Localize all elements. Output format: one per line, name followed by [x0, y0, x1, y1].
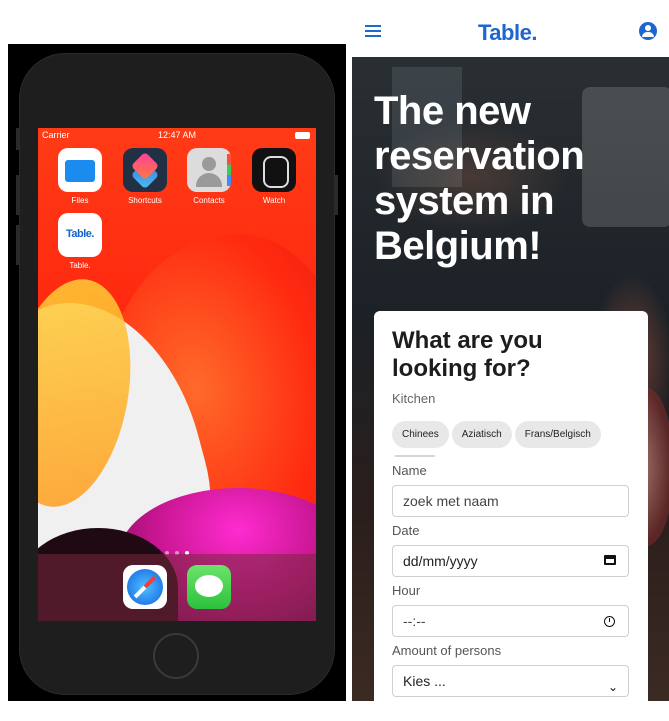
app-header: Table. — [352, 0, 669, 57]
hour-label: Hour — [392, 583, 421, 598]
clock-icon[interactable] — [604, 616, 615, 627]
app-label: Shortcuts — [128, 196, 162, 205]
chip-aziatisch[interactable]: Aziatisch — [451, 421, 512, 448]
search-card: What are you looking for? Kitchen Chinee… — [374, 311, 648, 721]
phone-power-button — [335, 175, 338, 215]
search-card-title: What are you looking for? — [392, 327, 543, 382]
contacts-icon — [187, 148, 231, 192]
hour-placeholder: --:-- — [403, 613, 426, 629]
status-bar: Carrier 12:47 AM — [38, 128, 316, 144]
hour-input[interactable]: --:-- — [392, 605, 629, 637]
messages-icon[interactable] — [187, 565, 231, 609]
safari-icon[interactable] — [123, 565, 167, 609]
app-shortcuts[interactable]: Shortcuts — [120, 148, 170, 205]
app-table[interactable]: Table. Table. — [55, 213, 105, 270]
name-input[interactable]: zoek met naam — [392, 485, 629, 517]
app-contacts[interactable]: Contacts — [184, 148, 234, 205]
watch-icon — [252, 148, 296, 192]
home-button[interactable] — [153, 633, 199, 679]
name-label: Name — [392, 463, 427, 478]
date-input[interactable]: dd/mm/yyyy — [392, 545, 629, 577]
date-placeholder: dd/mm/yyyy — [403, 553, 478, 569]
app-label: Files — [71, 196, 89, 205]
menu-icon[interactable] — [365, 25, 381, 39]
persons-value: Kies ... — [403, 673, 446, 689]
app-files[interactable]: Files — [55, 148, 105, 205]
app-watch[interactable]: Watch — [249, 148, 299, 205]
kitchen-label: Kitchen — [392, 391, 436, 406]
phone-volume-down — [16, 225, 19, 265]
battery-icon — [295, 132, 310, 139]
app-label: Contacts — [193, 196, 225, 205]
calendar-icon[interactable] — [604, 555, 616, 565]
kitchen-chips: Chinees Aziatisch Frans/Belgisch — [392, 421, 630, 448]
phone-side-button — [16, 128, 19, 150]
app-label: Watch — [262, 196, 286, 205]
status-time: 12:47 AM — [157, 130, 197, 140]
table-app-icon: Table. — [58, 213, 102, 257]
hero-title: The new reservation system in Belgium! — [374, 89, 585, 268]
brand-logo[interactable]: Table. — [478, 20, 537, 46]
chevron-down-icon: ⌄ — [607, 680, 618, 694]
phone-home-screen: Carrier 12:47 AM Files Shortcuts Contact… — [38, 128, 316, 621]
chip-chinees[interactable]: Chinees — [392, 421, 449, 448]
persons-select[interactable]: Kies ... ⌄ — [392, 665, 629, 697]
user-circle-icon[interactable] — [639, 22, 657, 40]
persons-label: Amount of persons — [392, 643, 502, 658]
phone-volume-up — [16, 175, 19, 215]
dock — [38, 554, 316, 621]
shortcuts-icon — [123, 148, 167, 192]
files-icon — [58, 148, 102, 192]
chip-frans-belgisch[interactable]: Frans/Belgisch — [514, 421, 601, 448]
date-label: Date — [392, 523, 420, 538]
name-placeholder: zoek met naam — [403, 493, 499, 509]
app-label: Table. — [69, 261, 91, 270]
chips-scrollbar[interactable] — [395, 455, 435, 457]
